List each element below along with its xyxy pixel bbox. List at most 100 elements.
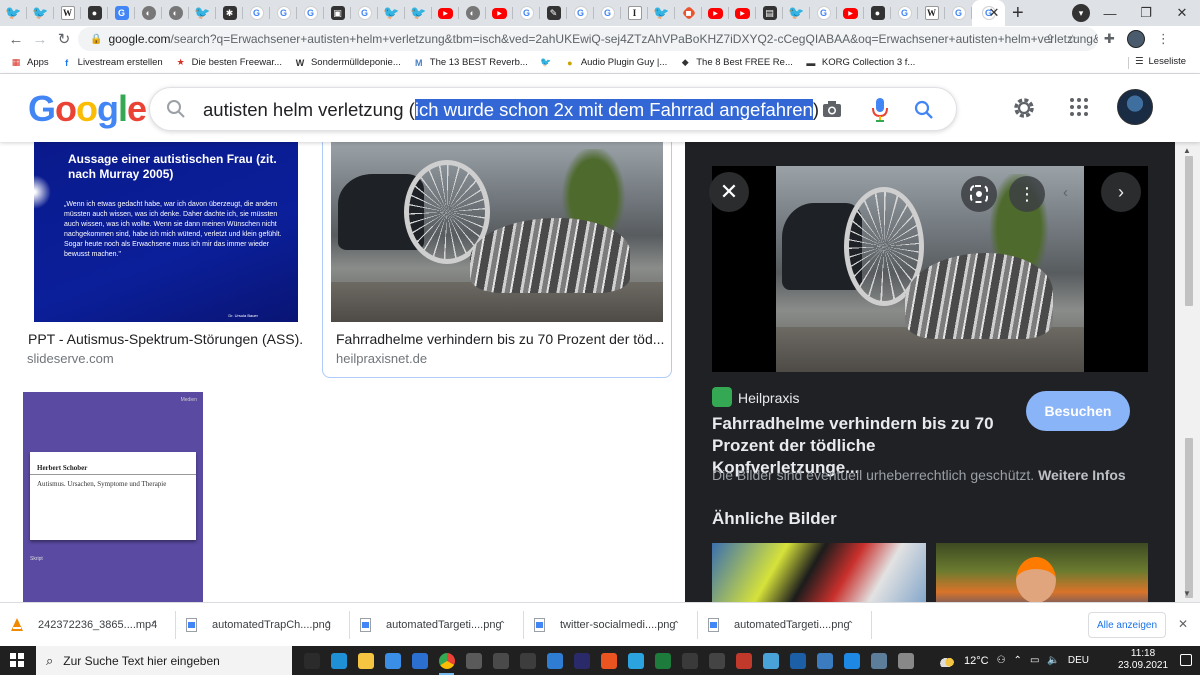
browser-tab[interactable]: G bbox=[810, 0, 837, 26]
close-shelf-icon[interactable]: ✕ bbox=[1178, 617, 1188, 631]
profile-avatar[interactable] bbox=[1126, 30, 1145, 48]
bookmark-item[interactable]: f Livestream erstellen bbox=[55, 57, 169, 69]
taskbar-search[interactable]: ⌕ Zur Suche Text hier eingeben bbox=[36, 646, 292, 675]
browser-tab[interactable]: ◐ bbox=[162, 0, 189, 26]
telegram-icon[interactable] bbox=[622, 646, 649, 675]
browser-tab[interactable]: ◐ bbox=[459, 0, 486, 26]
minimize-button[interactable]: — bbox=[1092, 6, 1128, 21]
chrome-menu-icon[interactable]: ⋮ bbox=[1157, 31, 1170, 47]
live-icon[interactable] bbox=[514, 646, 541, 675]
share-icon[interactable]: ⇪ bbox=[1045, 32, 1055, 46]
browser-tab[interactable]: 🐦 bbox=[189, 0, 216, 26]
file-explorer-icon[interactable] bbox=[352, 646, 379, 675]
browser-tab[interactable]: ▶ bbox=[702, 0, 729, 26]
camera-icon[interactable] bbox=[821, 99, 843, 119]
more-options-icon[interactable]: ⋮ bbox=[1009, 176, 1045, 212]
browser-tab[interactable]: G bbox=[945, 0, 972, 26]
bookmark-item[interactable]: ▦ Apps bbox=[4, 57, 55, 69]
download-options-icon[interactable]: ⌃ bbox=[846, 620, 854, 631]
browser-tab[interactable]: ▤ bbox=[756, 0, 783, 26]
weather-icon[interactable] bbox=[940, 654, 956, 667]
browser-tab[interactable]: ▣ bbox=[324, 0, 351, 26]
similar-image-cyclist[interactable] bbox=[936, 543, 1148, 602]
virtualbox-icon[interactable] bbox=[784, 646, 811, 675]
visit-button[interactable]: Besuchen bbox=[1026, 391, 1130, 431]
browser-tab[interactable]: ▶ bbox=[486, 0, 513, 26]
app-icon[interactable] bbox=[757, 646, 784, 675]
kali-icon[interactable] bbox=[676, 646, 703, 675]
browser-tab[interactable]: ◆ bbox=[675, 0, 702, 26]
browser-tab[interactable]: W bbox=[54, 0, 81, 26]
tray-overflow-icon[interactable]: ⌃ bbox=[1014, 655, 1022, 666]
browser-tab[interactable]: ✱ bbox=[216, 0, 243, 26]
app-icon[interactable] bbox=[568, 646, 595, 675]
app-icon[interactable] bbox=[460, 646, 487, 675]
temperature[interactable]: 12°C bbox=[964, 655, 989, 667]
browser-tab[interactable]: ● bbox=[81, 0, 108, 26]
mail-icon[interactable] bbox=[406, 646, 433, 675]
browser-tab[interactable]: G bbox=[891, 0, 918, 26]
ubuntu-icon[interactable] bbox=[595, 646, 622, 675]
close-window-button[interactable]: ✕ bbox=[1164, 5, 1200, 21]
voicemeeter-icon[interactable] bbox=[730, 646, 757, 675]
scroll-down-icon[interactable]: ▼ bbox=[1183, 589, 1191, 598]
result-image-bicycle-helmet[interactable] bbox=[331, 142, 663, 322]
browser-tab[interactable]: G bbox=[351, 0, 378, 26]
result-caption[interactable]: PPT - Autismus-Spektrum-Störungen (ASS).… bbox=[28, 331, 304, 347]
google-logo[interactable]: Google bbox=[28, 88, 147, 130]
address-bar[interactable]: 🔒 google.com /search?q=Erwachsener+autis… bbox=[78, 27, 1098, 51]
browser-tab[interactable]: G bbox=[297, 0, 324, 26]
restore-button[interactable]: ❐ bbox=[1128, 5, 1164, 21]
download-options-icon[interactable]: ⌃ bbox=[324, 620, 332, 631]
browser-tab[interactable]: G bbox=[513, 0, 540, 26]
language-indicator[interactable]: DEU bbox=[1068, 655, 1089, 666]
network-icon[interactable]: ▭ bbox=[1030, 655, 1039, 666]
result-source[interactable]: slideserve.com bbox=[27, 351, 114, 366]
google-lens-icon[interactable] bbox=[961, 176, 997, 212]
browser-tab[interactable]: G bbox=[594, 0, 621, 26]
close-tab-icon[interactable]: ✕ bbox=[984, 3, 1004, 23]
more-info-link[interactable]: Weitere Infos bbox=[1038, 467, 1126, 483]
app-icon[interactable] bbox=[487, 646, 514, 675]
scrollbar-thumb[interactable] bbox=[1185, 156, 1193, 306]
store-icon[interactable] bbox=[379, 646, 406, 675]
browser-tab[interactable]: ◐ bbox=[135, 0, 162, 26]
source-site[interactable]: Heilpraxis bbox=[738, 390, 799, 406]
download-item[interactable]: twitter-socialmedi....png ⌃ bbox=[532, 603, 696, 647]
download-item[interactable]: automatedTargeti....png ⌃ bbox=[706, 603, 870, 647]
app-icon[interactable] bbox=[703, 646, 730, 675]
browser-tab[interactable]: 🐦 bbox=[0, 0, 27, 26]
notification-center-icon[interactable] bbox=[1180, 654, 1192, 666]
result-image-book[interactable]: Medien Herbert Schober Autismus. Ursache… bbox=[23, 392, 203, 602]
download-options-icon[interactable]: ⌃ bbox=[498, 620, 506, 631]
google-apps-icon[interactable] bbox=[1070, 98, 1088, 116]
browser-tab[interactable]: 🐦 bbox=[378, 0, 405, 26]
edge-icon[interactable] bbox=[325, 646, 352, 675]
result-source[interactable]: heilpraxisnet.de bbox=[336, 351, 427, 366]
extensions-icon[interactable]: ✚ bbox=[1104, 31, 1115, 47]
browser-tab[interactable]: 🐦 bbox=[27, 0, 54, 26]
search-submit-icon[interactable] bbox=[912, 98, 936, 122]
close-panel-button[interactable]: ✕ bbox=[709, 172, 749, 212]
bookmark-item[interactable]: 🐦 bbox=[534, 57, 558, 69]
download-item[interactable]: 242372236_3865....mp4 ⌃ bbox=[10, 603, 174, 647]
search-input[interactable]: autisten helm verletzung (ich wurde scho… bbox=[149, 87, 957, 131]
bookmark-item[interactable]: M The 13 BEST Reverb... bbox=[407, 57, 534, 69]
bookmark-item[interactable]: ● Audio Plugin Guy |... bbox=[558, 57, 673, 69]
browser-tab[interactable]: G bbox=[108, 0, 135, 26]
download-options-icon[interactable]: ⌃ bbox=[150, 620, 158, 631]
browser-tab[interactable]: ▶ bbox=[837, 0, 864, 26]
download-item[interactable]: automatedTrapCh....png ⌃ bbox=[184, 603, 348, 647]
new-tab-button[interactable]: + bbox=[1012, 2, 1024, 25]
gear-icon[interactable] bbox=[1011, 95, 1037, 121]
reload-button[interactable]: ↻ bbox=[52, 30, 76, 48]
microphone-icon[interactable] bbox=[870, 97, 890, 123]
chrome-icon[interactable] bbox=[433, 646, 460, 675]
bookmark-item[interactable]: ★ Die besten Freewar... bbox=[169, 57, 288, 69]
start-button[interactable] bbox=[10, 653, 24, 667]
scroll-up-icon[interactable]: ▲ bbox=[1183, 146, 1191, 155]
download-item[interactable]: automatedTargeti....png ⌃ bbox=[358, 603, 522, 647]
browser-tab[interactable]: ● bbox=[864, 0, 891, 26]
bookmark-item[interactable]: ◆ The 8 Best FREE Re... bbox=[673, 57, 799, 69]
page-scrollbar[interactable]: ▲ ▼ bbox=[1175, 142, 1200, 602]
